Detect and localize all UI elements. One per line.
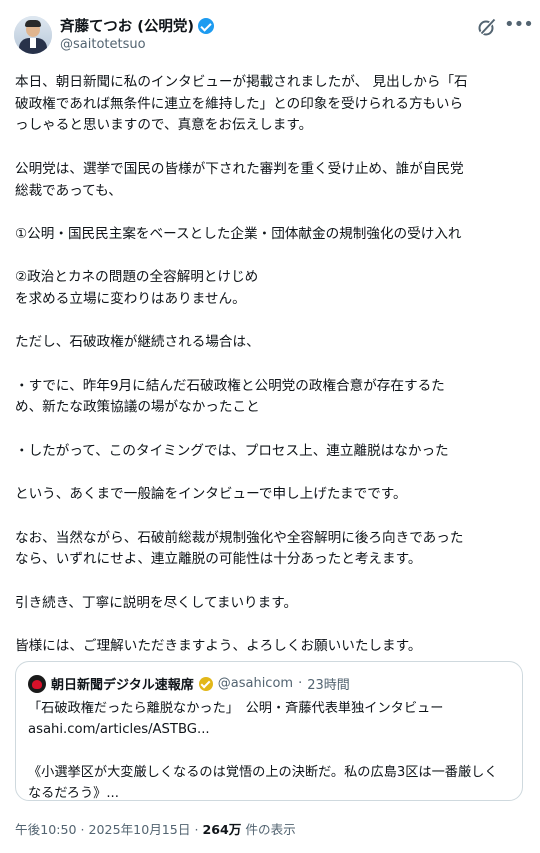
tweet-time[interactable]: 午後10:50 — [15, 822, 76, 837]
tweet-paragraph: 皆様には、ご理解いただきますよう、よろしくお願いいたします。 — [15, 638, 422, 655]
tweet-paragraph: 公明党は、選挙で国民の皆様が下された審判を重く受け止め、誰が自民党 総裁であって… — [15, 160, 464, 199]
quoted-tweet-header: 朝日新聞デジタル速報席 @asahicom · 23時間 — [28, 674, 350, 693]
tweet-date[interactable]: 2025年10月15日 — [89, 822, 191, 837]
tweet-paragraph: ・すでに、昨年9月に結んだ石破政権と公明党の政権合意が存在するた め、新たな政策… — [15, 377, 445, 416]
view-count[interactable]: 264万 — [202, 822, 241, 837]
quoted-headline: 「石破政権だったら離脱なかった」 公明・斉藤代表単独インタビュー — [28, 701, 444, 716]
author-display-name[interactable]: 斉藤てつお (公明党) — [60, 15, 194, 36]
tweet-paragraph: 本日、朝日新聞に私のインタビューが掲載されましたが、 見出しから「石 破政権であ… — [15, 74, 468, 134]
author-name-row: 斉藤てつお (公明党) — [60, 15, 215, 36]
grok-icon[interactable] — [476, 16, 498, 38]
quoted-link[interactable]: asahi.com/articles/ASTBG... — [28, 719, 512, 740]
quoted-tweet-body: 「石破政権だったら離脱なかった」 公明・斉藤代表単独インタビュー asahi.c… — [28, 698, 512, 804]
more-options-icon[interactable]: ••• — [504, 14, 534, 38]
tweet-header: 斉藤てつお (公明党) @saitotetsuo ••• — [14, 12, 534, 60]
tweet-body: 本日、朝日新聞に私のインタビューが掲載されましたが、 見出しから「石 破政権であ… — [15, 72, 527, 658]
view-count-label: 件の表示 — [245, 822, 296, 837]
verified-badge-icon[interactable] — [198, 17, 215, 34]
author-handle[interactable]: @saitotetsuo — [60, 37, 146, 52]
tweet-paragraph: なお、当然ながら、石破前総裁が規制強化や全容解明に後ろ向きであった なら、いずれ… — [15, 529, 464, 568]
tweet-paragraph: という、あくまで一般論をインタビューで申し上げたまでです。 — [15, 486, 407, 503]
quoted-author-name[interactable]: 朝日新聞デジタル速報席 — [51, 674, 194, 693]
tweet-footer: 午後10:50 · 2025年10月15日 · 264万 件の表示 — [15, 819, 296, 838]
tweet-paragraph: ・したがって、このタイミングでは、プロセス上、連立離脱はなかった — [15, 442, 449, 459]
tweet-paragraph: 引き続き、丁寧に説明を尽くしてまいります。 — [15, 594, 298, 611]
quoted-verified-badge-icon — [198, 676, 213, 691]
tweet-paragraph: ①公明・国民民主案をベースとした企業・団体献金の規制強化の受け入れ — [15, 225, 462, 242]
quoted-timestamp[interactable]: 23時間 — [307, 674, 350, 693]
quoted-avatar[interactable] — [28, 674, 46, 693]
quoted-separator: · — [298, 676, 303, 691]
footer-separator: · — [194, 822, 199, 837]
quoted-excerpt: 《小選挙区が大変厳しくなるのは覚悟の上の決断だ。私の広島3区は一番厳しく なるだ… — [28, 764, 498, 802]
tweet-paragraph: ②政治とカネの問題の全容解明とけじめ を求める立場に変わりはありません。 — [15, 269, 259, 307]
footer-separator: · — [80, 822, 85, 837]
tweet-paragraph: ただし、石破政権が継続される場合は、 — [15, 334, 260, 351]
quoted-author-handle[interactable]: @asahicom — [218, 676, 293, 691]
avatar[interactable] — [14, 16, 52, 54]
quoted-tweet-card[interactable]: 朝日新聞デジタル速報席 @asahicom · 23時間 「石破政権だったら離脱… — [15, 661, 523, 801]
